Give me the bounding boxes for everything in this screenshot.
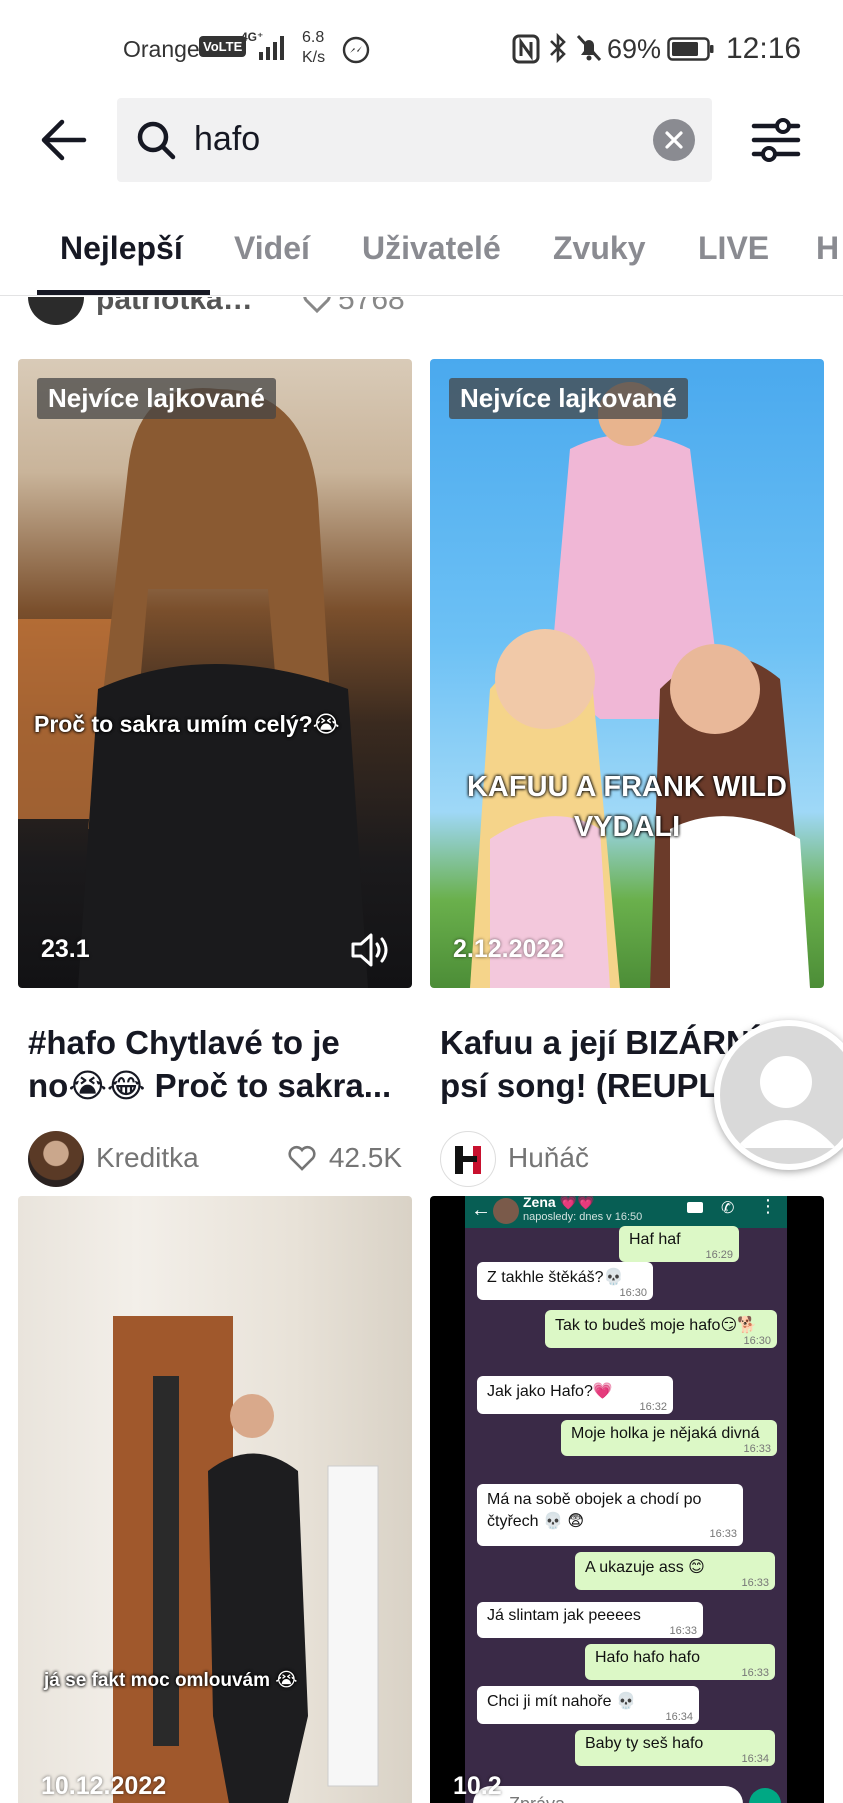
- most-liked-badge: Nejvíce lajkované: [37, 378, 276, 419]
- phone-icon: ✆: [721, 1200, 735, 1217]
- video-date: 10.2: [453, 1772, 502, 1800]
- people-silhouette: [470, 382, 810, 988]
- most-liked-badge: Nejvíce lajkované: [449, 378, 688, 419]
- author-name: Kreditka: [96, 1142, 199, 1173]
- active-tab-indicator: [37, 290, 210, 295]
- close-icon: [665, 131, 683, 149]
- messenger-icon: [342, 36, 370, 64]
- bell-muted-icon: [576, 34, 602, 62]
- video-card[interactable]: Nejvíce lajkované Proč to sakra umím cel…: [18, 359, 412, 1189]
- like-count: 42.5K: [328, 1142, 402, 1173]
- chat-bubble: Baby ty seš hafo 16:34: [575, 1730, 775, 1766]
- avatar: [28, 1131, 84, 1187]
- author-row[interactable]: Kreditka 42.5K: [28, 1131, 412, 1187]
- tab-zvuky[interactable]: Zvuky: [553, 230, 645, 267]
- heart-icon: [303, 297, 331, 314]
- chat-contact-name: Zena 💗💗: [523, 1196, 595, 1210]
- chat-last-seen: naposledy: dnes v 16:50: [523, 1211, 643, 1223]
- signal-icon: [259, 36, 284, 60]
- caption-line: #hafo Chytlavé to je: [28, 1024, 340, 1061]
- video-call-icon: [687, 1202, 703, 1213]
- chat-bubble: Haf haf 16:29: [619, 1226, 739, 1262]
- chat-bubble: Jak jako Hafo?💗 16:32: [477, 1376, 673, 1414]
- chat-header: ← Zena 💗💗 naposledy: dnes v 16:50 ✆ ⋮: [465, 1196, 787, 1228]
- search-tabs: Nejlepší Videí Uživatelé Zvuky LIVE H: [0, 212, 843, 296]
- bluetooth-icon: [550, 32, 566, 64]
- status-bar: Orange VoLTE 4G⁺ 6.8 K/s 69% 12:16: [0, 0, 843, 96]
- carrier-label: Orange: [123, 36, 200, 62]
- chat-bubble: Moje holka je nějaká divná 16:33: [561, 1420, 777, 1456]
- back-arrow-icon: ←: [471, 1199, 491, 1221]
- avatar: [493, 1198, 519, 1224]
- person-silhouette: [18, 388, 368, 988]
- author-name: patriotka…: [96, 297, 253, 316]
- avatar: [440, 1131, 496, 1187]
- chat-bubble: Má na sobě obojek a chodí po čtyřech 💀 😨…: [477, 1484, 743, 1546]
- video-thumbnail[interactable]: ← Zena 💗💗 naposledy: dnes v 16:50 ✆ ⋮ Ha…: [430, 1196, 824, 1803]
- battery-icon: [667, 37, 714, 61]
- overlay-line: VYDALI: [573, 811, 681, 843]
- avatar: [28, 297, 84, 325]
- back-arrow-icon[interactable]: [38, 115, 88, 165]
- chat-bubble: Chci ji mít nahoře 💀 16:34: [477, 1686, 699, 1724]
- video-caption[interactable]: #hafo Chytlavé to je no😭😂 Proč to sakra.…: [28, 1021, 412, 1107]
- battery-percent: 69%: [607, 34, 662, 64]
- menu-icon: ⋮: [759, 1196, 777, 1216]
- like-count: 5768: [338, 297, 405, 316]
- filter-sliders-icon[interactable]: [750, 115, 802, 165]
- tab-videi[interactable]: Videí: [234, 230, 310, 267]
- chat-screenshot: ← Zena 💗💗 naposledy: dnes v 16:50 ✆ ⋮ Ha…: [465, 1196, 787, 1803]
- volte-badge: VoLTE: [199, 36, 247, 57]
- clear-search-button[interactable]: [653, 119, 695, 161]
- video-overlay-text: já se fakt moc omlouvám 😭: [44, 1670, 298, 1691]
- clock: 12:16: [726, 32, 802, 65]
- chat-bubble: Z takhle štěkáš?💀 16:30: [477, 1262, 653, 1300]
- search-icon: [137, 121, 176, 160]
- video-thumbnail[interactable]: já se fakt moc omlouvám 😭 10.12.2022: [18, 1196, 412, 1803]
- chat-bubble: A ukazuje ass 😊 16:33: [575, 1552, 775, 1590]
- video-date: 10.12.2022: [41, 1772, 167, 1800]
- network-speed: 6.8 K/s: [302, 29, 326, 66]
- video-overlay-text: KAFUU A FRANK WILD VYDALI: [430, 767, 824, 847]
- video-date: 2.12.2022: [453, 935, 565, 963]
- chat-bubble: Hafo hafo hafo 16:33: [585, 1644, 775, 1680]
- tab-hashtags[interactable]: H: [816, 230, 839, 267]
- nfc-icon: [512, 34, 540, 64]
- search-input[interactable]: hafo: [117, 98, 712, 182]
- overlay-line: KAFUU A FRANK WILD: [466, 771, 788, 803]
- channel-logo-icon: [455, 1146, 481, 1174]
- search-query: hafo: [194, 120, 261, 158]
- partial-result-row: patriotka… 5768: [0, 297, 843, 327]
- video-card[interactable]: ← Zena 💗💗 naposledy: dnes v 16:50 ✆ ⋮ Ha…: [430, 1196, 824, 1803]
- heart-icon: [288, 1145, 316, 1171]
- user-placeholder-icon: [736, 1056, 836, 1148]
- room-scene: [113, 1316, 379, 1803]
- video-date: 23.1: [41, 935, 90, 963]
- tab-live[interactable]: LIVE: [698, 230, 769, 267]
- video-card[interactable]: já se fakt moc omlouvám 😭 10.12.2022: [18, 1196, 412, 1803]
- video-thumbnail[interactable]: Nejvíce lajkované KAFUU A FRANK WILD VYD…: [430, 359, 824, 988]
- chat-bubble: Tak to budeš moje hafo😏🐕 16:30: [545, 1310, 777, 1348]
- author-name: Huňáč: [508, 1142, 589, 1173]
- video-overlay-text: Proč to sakra umím celý?😭: [34, 711, 340, 737]
- caption-line: no😭😂 Proč to sakra...: [28, 1067, 392, 1104]
- microphone-icon: [749, 1788, 781, 1803]
- tab-nejlepsi[interactable]: Nejlepší: [60, 230, 183, 267]
- chat-bubble: Já slintam jak peeees 16:33: [477, 1602, 703, 1638]
- chat-message-input: Zpráva: [473, 1786, 743, 1803]
- video-thumbnail[interactable]: Nejvíce lajkované Proč to sakra umím cel…: [18, 359, 412, 988]
- volume-icon[interactable]: [350, 930, 394, 970]
- tab-uzivatele[interactable]: Uživatelé: [362, 230, 501, 267]
